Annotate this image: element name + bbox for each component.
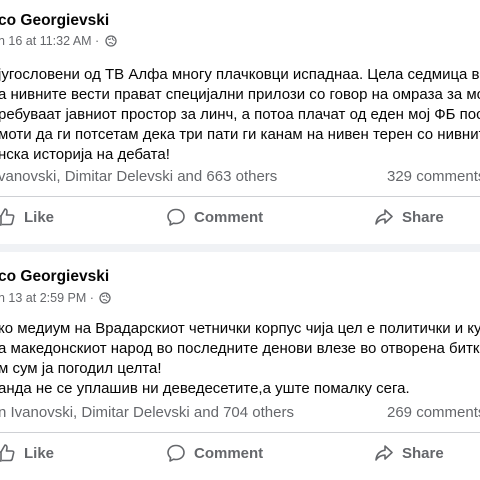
post-body: југословени од ТВ Алфа многу плачковци и… <box>0 65 480 165</box>
comments-count[interactable]: 269 comments <box>387 404 480 421</box>
post-body-line: југословени од ТВ Алфа многу плачковци и… <box>0 66 480 83</box>
post-card: co Georgievski n 16 at 11:32 AM · југосл… <box>0 0 480 244</box>
post-card: co Georgievski n 13 at 2:59 PM · ко меди… <box>0 252 480 480</box>
like-button[interactable]: Like <box>0 207 54 227</box>
post-body-line: а нивните вести прават специјални прилоз… <box>0 86 480 103</box>
comment-label: Comment <box>194 444 264 462</box>
like-label: Like <box>24 208 55 226</box>
reactions-summary[interactable]: vanovski, Dimitar Delevski and 663 other… <box>0 168 277 185</box>
post-body-line: а македонскиот народ во последните денов… <box>0 340 480 357</box>
share-button[interactable]: Share <box>374 443 444 463</box>
post-author-name[interactable]: co Georgievski <box>0 268 109 286</box>
speech-bubble-icon <box>166 207 186 227</box>
thumbs-up-icon <box>0 443 16 463</box>
post-body: ко медиум на Врадарскиот четнички корпус… <box>0 319 480 399</box>
post-body-line: нска историја на дебата! <box>0 146 170 163</box>
share-button[interactable]: Share <box>374 207 444 227</box>
divider <box>0 432 480 433</box>
share-label: Share <box>402 444 444 462</box>
like-button[interactable]: Like <box>0 443 54 463</box>
reactions-summary[interactable]: n Ivanovski, Dimitar Delevski and 704 ot… <box>0 404 294 421</box>
post-body-line: ребуваат јавниот простор за линч, а пото… <box>0 106 480 123</box>
post-timestamp[interactable]: n 13 at 2:59 PM · <box>0 291 112 307</box>
post-body-line: моти да ги потсетам дека три пати ги кан… <box>0 126 480 143</box>
globe-icon <box>99 292 112 307</box>
post-body-line: ко медиум на Врадарскиот четнички корпус… <box>0 320 480 337</box>
share-arrow-icon <box>374 443 394 463</box>
post-body-line: анда не се уплашив ни деведесетите,а ушт… <box>0 380 410 397</box>
post-timestamp[interactable]: n 16 at 11:32 AM · <box>0 34 117 50</box>
post-author-name[interactable]: co Georgievski <box>0 12 109 30</box>
globe-icon <box>105 35 117 50</box>
like-label: Like <box>24 444 55 462</box>
post-time-text[interactable]: n 13 at 2:59 PM · <box>0 291 94 305</box>
thumbs-up-icon <box>0 207 16 227</box>
share-label: Share <box>402 208 444 226</box>
divider <box>0 196 480 197</box>
share-arrow-icon <box>374 207 394 227</box>
post-time-text[interactable]: n 16 at 11:32 AM · <box>0 34 99 48</box>
post-body-line: м сум ја погодил целта! <box>0 360 162 377</box>
comment-button[interactable]: Comment <box>166 443 263 463</box>
speech-bubble-icon <box>166 443 186 463</box>
comment-label: Comment <box>194 208 264 226</box>
comment-button[interactable]: Comment <box>166 207 263 227</box>
comments-count[interactable]: 329 comments <box>387 168 480 185</box>
